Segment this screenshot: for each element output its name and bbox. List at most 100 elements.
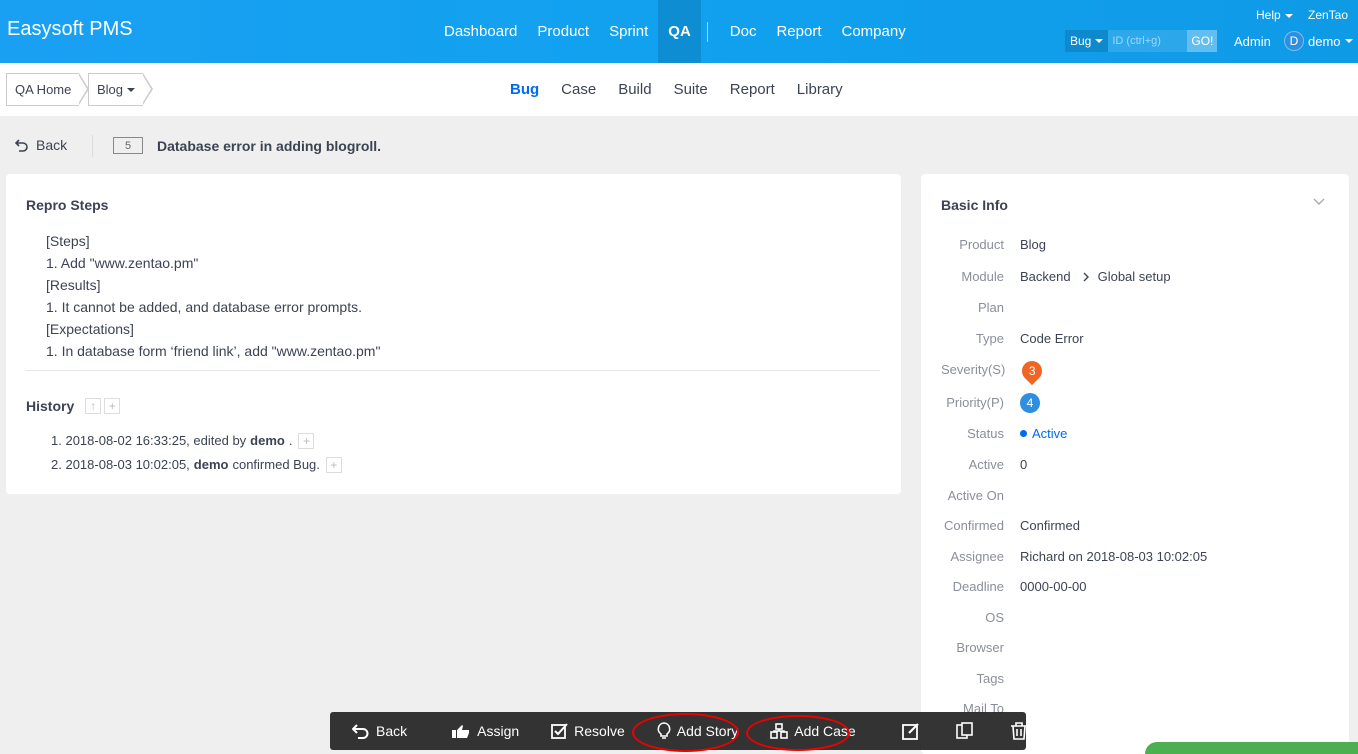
nav-sprint[interactable]: Sprint (599, 0, 658, 63)
breadcrumb-qa-home[interactable]: QA Home (6, 73, 80, 106)
avatar: D (1284, 31, 1304, 51)
copy-button[interactable] (955, 722, 980, 740)
breadcrumb-product[interactable]: Blog (88, 73, 154, 106)
severity-badge: 3 (1017, 356, 1047, 386)
chevron-down-icon (1284, 13, 1293, 18)
field-value: 0000-00-00 (1020, 579, 1087, 594)
repro-line: 1. It cannot be added, and database erro… (46, 299, 362, 315)
field-value: 0 (1020, 457, 1028, 472)
check-square-icon (551, 723, 568, 739)
repro-line: 1. In database form ‘friend link’, add "… (46, 343, 381, 359)
product-switcher[interactable]: Blog (88, 73, 144, 106)
field-label: Assignee (950, 549, 1004, 564)
chevron-down-icon (1095, 39, 1104, 43)
back-action-button[interactable]: Back (352, 723, 407, 739)
expand-icon[interactable]: + (298, 433, 315, 449)
back-button[interactable]: Back (15, 137, 67, 153)
top-navbar: Easysoft PMS Dashboard Product Sprint QA… (0, 0, 1358, 63)
field-plan: Plan (941, 300, 1331, 315)
field-value: Code Error (1020, 331, 1084, 346)
nav-company[interactable]: Company (832, 0, 916, 63)
undo-icon (352, 724, 369, 739)
field-type: Type Code Error (941, 331, 1331, 346)
history-num: 1. (51, 433, 62, 448)
bug-id-badge: 5 (113, 137, 143, 154)
repro-line: 1. Add "www.zentao.pm" (46, 255, 199, 271)
field-deadline: Deadline 0000-00-00 (941, 579, 1331, 594)
status-badge: Active (1032, 426, 1068, 441)
brand-logo[interactable]: Easysoft PMS (7, 18, 133, 41)
submodule-link[interactable]: Global setup (1098, 269, 1171, 284)
nav-divider (706, 21, 708, 42)
field-active-on: Active On (941, 488, 1331, 503)
resolve-button[interactable]: Resolve (551, 723, 625, 739)
nav-product[interactable]: Product (527, 0, 599, 63)
field-module: Module Backend Global setup (941, 269, 1331, 284)
tab-bug[interactable]: Bug (499, 81, 550, 98)
nav-qa[interactable]: QA (658, 0, 701, 63)
copy-icon (955, 722, 973, 739)
delete-button[interactable] (1010, 722, 1034, 740)
search-type-select[interactable]: Bug (1065, 30, 1109, 52)
field-label: Type (975, 331, 1004, 346)
user-menu[interactable]: D demo (1284, 31, 1353, 51)
field-label: Severity(S) (941, 362, 1006, 377)
history-suffix: confirmed Bug. (232, 457, 320, 472)
field-browser: Browser (941, 640, 1331, 655)
go-button[interactable]: GO! (1187, 30, 1218, 52)
field-label: Active On (947, 488, 1004, 503)
field-label: OS (985, 610, 1004, 625)
field-label: Priority(P) (946, 395, 1004, 410)
product-name: Blog (97, 82, 124, 97)
tab-suite[interactable]: Suite (663, 81, 719, 98)
field-value: Richard on 2018-08-03 10:02:05 (1020, 549, 1208, 564)
tab-report[interactable]: Report (719, 81, 786, 98)
trash-icon (1010, 722, 1027, 740)
back-label: Back (36, 137, 68, 153)
history-suffix: . (288, 433, 293, 448)
tab-build[interactable]: Build (607, 81, 662, 98)
field-label: Deadline (952, 579, 1004, 594)
edit-button[interactable] (901, 722, 926, 740)
field-value[interactable]: Blog (1020, 237, 1046, 252)
expand-icon[interactable]: + (325, 457, 342, 473)
search-type-label: Bug (1070, 34, 1092, 48)
field-label: Browser (956, 640, 1004, 655)
nav-dashboard[interactable]: Dashboard (434, 0, 527, 63)
undo-icon (15, 139, 28, 152)
repro-steps-title: Repro Steps (26, 197, 109, 213)
zentao-link[interactable]: ZenTao (1308, 8, 1348, 22)
repro-steps-content: [Steps] 1. Add "www.zentao.pm" [Results]… (46, 230, 380, 362)
history-user: demo (193, 457, 229, 472)
chevron-right-icon (1083, 272, 1089, 281)
sort-up-icon[interactable]: ↑ (85, 398, 102, 414)
tab-library[interactable]: Library (786, 81, 854, 98)
history-text: 2018-08-03 10:02:05, (65, 457, 190, 472)
priority-badge: 4 (1020, 393, 1040, 413)
nav-report[interactable]: Report (766, 0, 831, 63)
user-name: demo (1308, 33, 1341, 49)
field-value: Confirmed (1020, 518, 1080, 533)
help-menu[interactable]: Help (1256, 8, 1293, 22)
field-label: Product (959, 237, 1004, 252)
history-header: History ↑ + (26, 398, 121, 414)
admin-link[interactable]: Admin (1234, 34, 1271, 49)
expand-all-icon[interactable]: + (104, 398, 121, 414)
nav-doc[interactable]: Doc (720, 0, 767, 63)
search-input[interactable] (1108, 30, 1188, 52)
history-title: History (26, 398, 75, 414)
field-value: Active (1020, 426, 1067, 441)
module-link[interactable]: Backend (1020, 269, 1071, 284)
chevron-down-icon[interactable] (1313, 198, 1325, 206)
highlight-ring-add-case (746, 715, 850, 751)
field-value: 3 (1017, 356, 1047, 386)
repro-line: [Results] (46, 277, 101, 293)
divider (26, 370, 880, 371)
tab-case[interactable]: Case (550, 81, 607, 98)
page-title: Database error in adding blogroll. (157, 138, 382, 154)
history-entry: 2. 2018-08-03 10:02:05, demo confirmed Bug… (51, 453, 342, 477)
field-label: Module (961, 269, 1004, 284)
assign-button[interactable]: Assign (451, 723, 519, 739)
severity-value: 3 (1028, 364, 1036, 378)
field-severity: Severity(S) 3 (941, 356, 1331, 386)
